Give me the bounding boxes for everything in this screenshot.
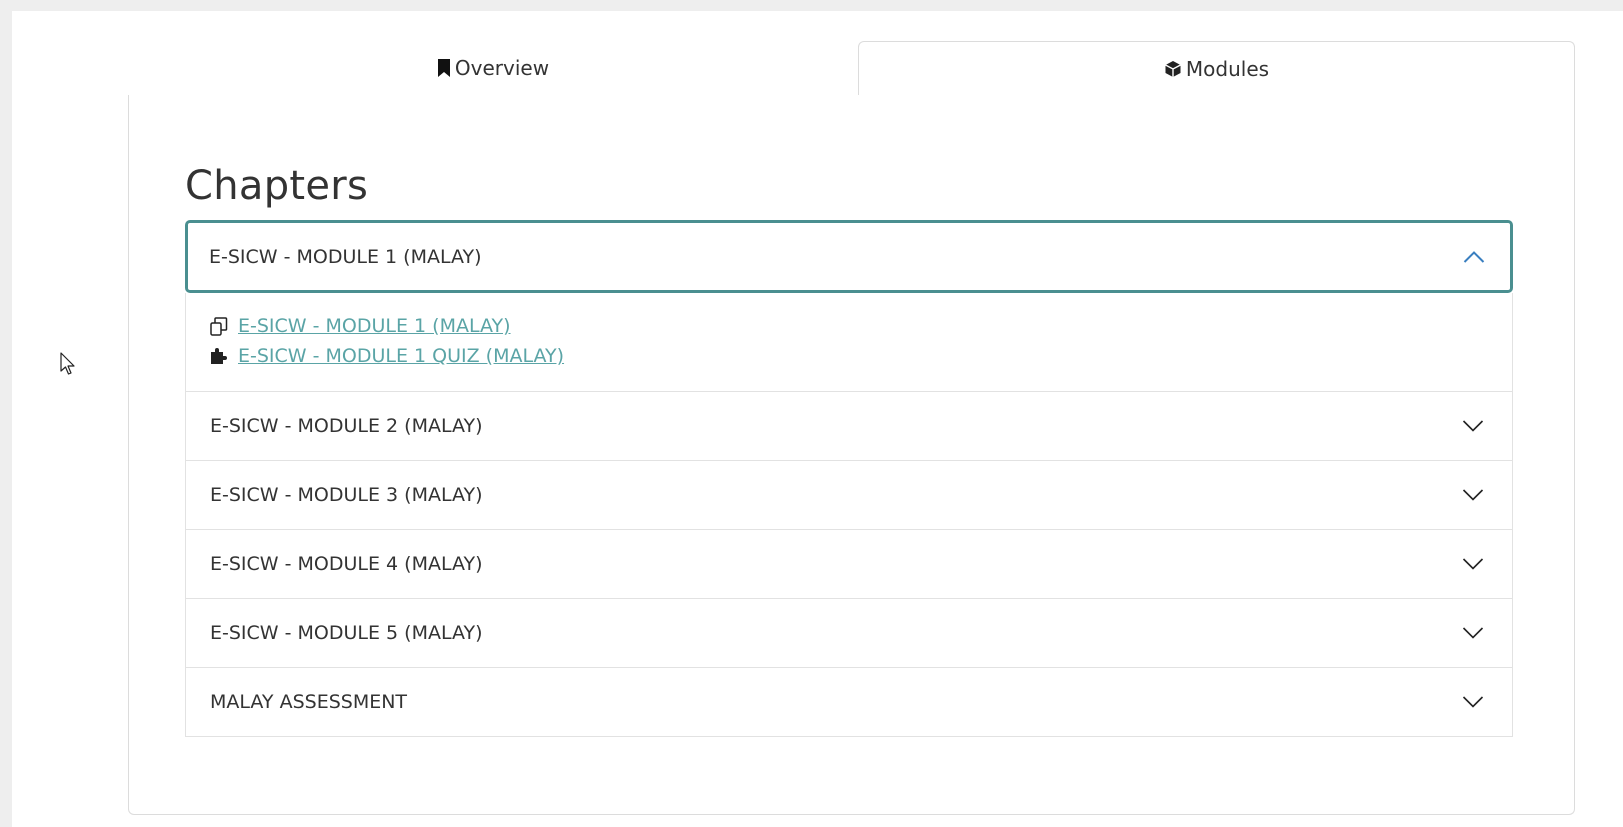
chevron-up-icon[interactable] — [1463, 250, 1485, 264]
puzzle-icon — [210, 347, 232, 365]
chevron-down-icon[interactable] — [1462, 557, 1484, 571]
tab-modules-label: Modules — [1185, 57, 1270, 81]
chapter-link-row: E-SICW - MODULE 1 QUIZ (MALAY) — [210, 341, 1512, 371]
tab-overview-label: Overview — [454, 56, 550, 80]
chapter-header-module-3[interactable]: E-SICW - MODULE 3 (MALAY) — [185, 461, 1513, 530]
chapter-header-module-5[interactable]: E-SICW - MODULE 5 (MALAY) — [185, 599, 1513, 668]
tab-modules[interactable]: Modules — [858, 41, 1575, 96]
course-page: Overview Modules Chapters E-SICW - MODUL… — [12, 11, 1623, 827]
chapter-label: E-SICW - MODULE 2 (MALAY) — [210, 415, 483, 437]
chapter-header-malay-assessment[interactable]: MALAY ASSESSMENT — [185, 668, 1513, 737]
copy-pages-icon — [210, 316, 232, 336]
chevron-down-icon[interactable] — [1462, 626, 1484, 640]
chapter-header-module-2[interactable]: E-SICW - MODULE 2 (MALAY) — [185, 392, 1513, 461]
chevron-down-icon[interactable] — [1462, 488, 1484, 502]
module-1-content-link[interactable]: E-SICW - MODULE 1 (MALAY) — [238, 315, 511, 337]
chevron-down-icon[interactable] — [1462, 695, 1484, 709]
chapter-body-module-1: E-SICW - MODULE 1 (MALAY) E-SICW - MODUL… — [185, 293, 1513, 392]
chapter-label: E-SICW - MODULE 5 (MALAY) — [210, 622, 483, 644]
bookmark-icon — [437, 59, 451, 77]
chapter-header-module-4[interactable]: E-SICW - MODULE 4 (MALAY) — [185, 530, 1513, 599]
module-1-quiz-link[interactable]: E-SICW - MODULE 1 QUIZ (MALAY) — [238, 345, 564, 367]
tab-overview[interactable]: Overview — [128, 41, 858, 96]
chapter-label: E-SICW - MODULE 4 (MALAY) — [210, 553, 483, 575]
chapter-label: E-SICW - MODULE 3 (MALAY) — [210, 484, 483, 506]
chapter-label: E-SICW - MODULE 1 (MALAY) — [209, 245, 482, 268]
chapters-accordion: E-SICW - MODULE 1 (MALAY) E-SICW - MODUL… — [185, 220, 1513, 737]
chevron-down-icon[interactable] — [1462, 419, 1484, 433]
modules-panel: Chapters E-SICW - MODULE 1 (MALAY) E-SIC… — [128, 95, 1575, 815]
chapter-link-row: E-SICW - MODULE 1 (MALAY) — [210, 311, 1512, 341]
chapter-header-module-1[interactable]: E-SICW - MODULE 1 (MALAY) — [185, 220, 1513, 293]
chapter-label: MALAY ASSESSMENT — [210, 691, 408, 713]
mouse-pointer-icon — [60, 352, 76, 380]
cube-icon — [1164, 60, 1182, 78]
page-title: Chapters — [185, 163, 369, 209]
